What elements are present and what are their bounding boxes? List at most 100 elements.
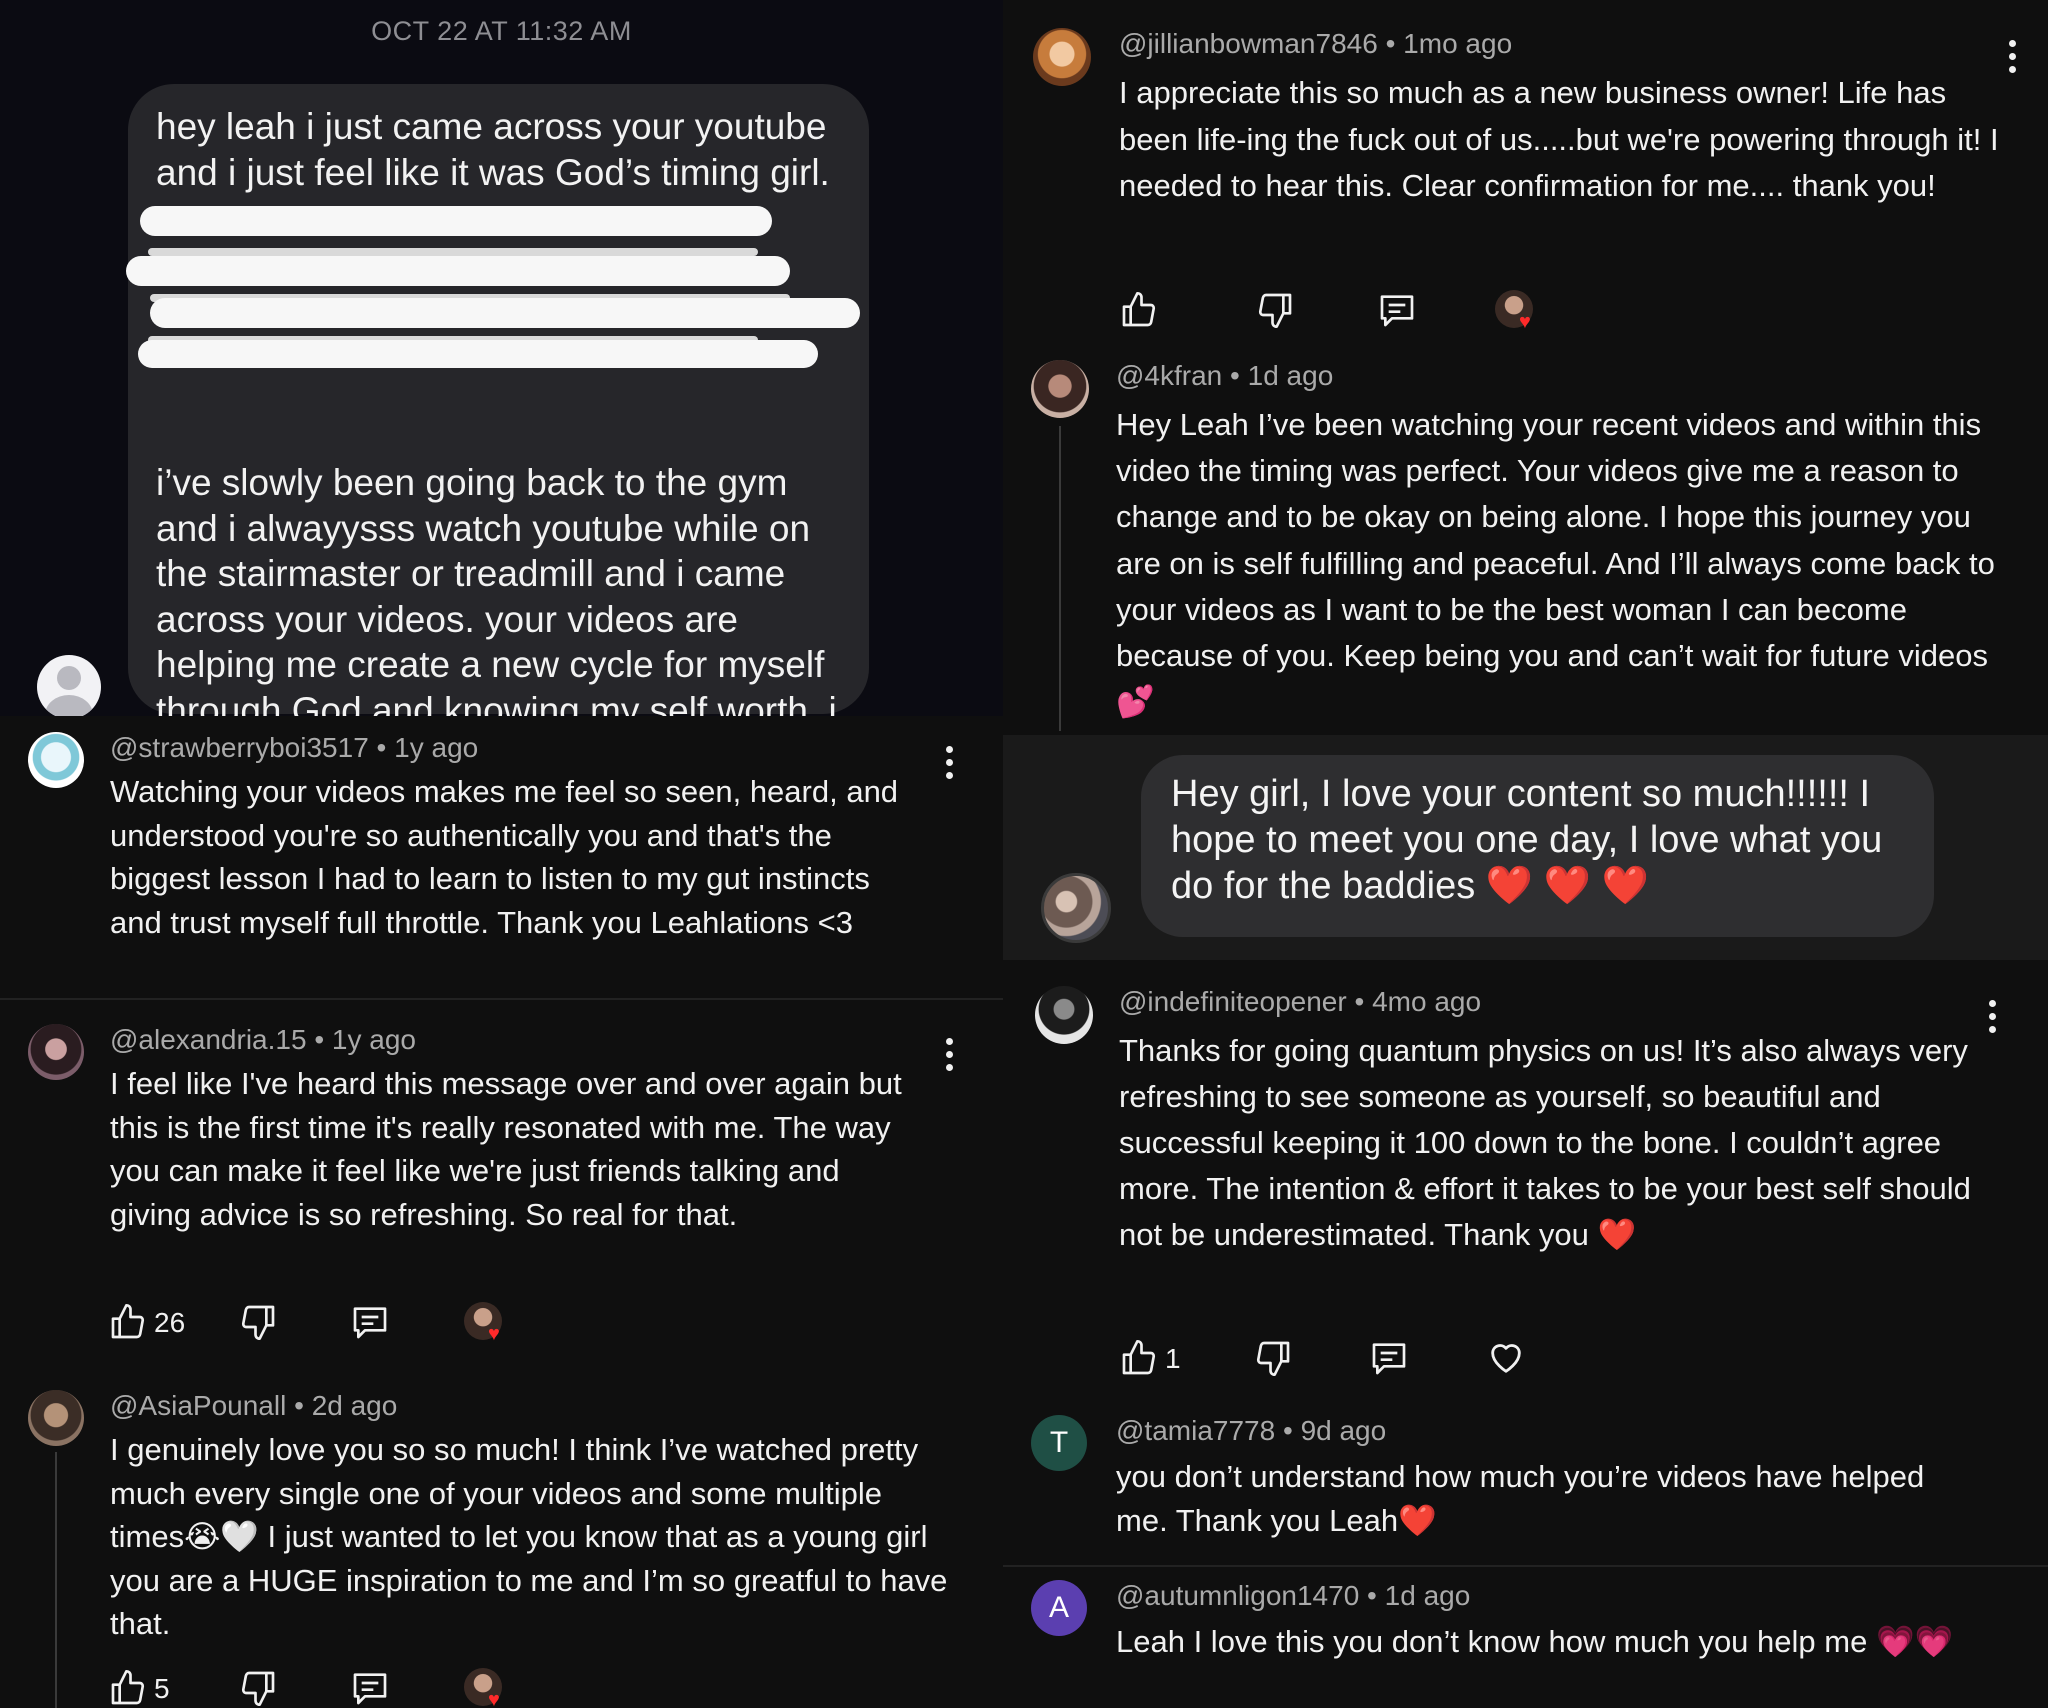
redaction-mark: [126, 256, 790, 286]
heart-button[interactable]: [1485, 1338, 1527, 1378]
comment-meta: @tamia7778 • 9d ago: [1116, 1415, 1387, 1446]
heart-icon: [1491, 1344, 1521, 1373]
like-icon: [111, 1304, 145, 1339]
avatar[interactable]: T: [1031, 1415, 1087, 1471]
reply-icon: [353, 1673, 387, 1705]
reply-icon: [1372, 1343, 1406, 1375]
avatar[interactable]: [1041, 873, 1111, 943]
avatar[interactable]: A: [1031, 1580, 1087, 1636]
comment-text: Watching your videos makes me feel so se…: [110, 774, 899, 940]
avatar[interactable]: [1031, 360, 1089, 418]
creator-heart-icon: ♥: [1495, 290, 1535, 332]
thread-line: [55, 1452, 57, 1708]
story-reply-bubble[interactable]: Hey girl, I love your content so much!!!…: [1141, 755, 1934, 937]
comment-author[interactable]: @indefiniteopener: [1119, 986, 1347, 1017]
like-count: 5: [154, 1673, 170, 1704]
like-button[interactable]: 5: [108, 1668, 198, 1708]
reply-button[interactable]: [350, 1668, 390, 1708]
message-text-bottom: i’ve slowly been going back to the gym a…: [156, 462, 837, 716]
comment-author[interactable]: @jillianbowman7846: [1119, 28, 1378, 59]
comment-text: I appreciate this so much as a new busin…: [1119, 75, 1999, 203]
more-options-icon[interactable]: [944, 746, 954, 782]
comment-indefiniteopener: @indefiniteopener • 4mo ago Thanks for g…: [1003, 960, 2048, 1390]
like-button[interactable]: 1: [1119, 1338, 1209, 1378]
comment-text: you don’t understand how much you’re vid…: [1116, 1459, 1925, 1538]
comment-author[interactable]: @AsiaPounall: [110, 1390, 286, 1421]
like-icon: [1122, 1340, 1156, 1375]
story-reply-panel: Hey girl, I love your content so much!!!…: [1003, 735, 2048, 960]
more-options-icon[interactable]: [2007, 40, 2017, 76]
comment-meta: @4kfran • 1d ago: [1116, 360, 1334, 391]
dislike-button[interactable]: [238, 1302, 278, 1342]
dislike-button[interactable]: [238, 1668, 278, 1708]
comment-actions: 1: [1119, 1338, 1539, 1378]
comment-tamia7778: T @tamia7778 • 9d ago you don’t understa…: [1003, 1415, 2048, 1555]
comment-author[interactable]: @autumnligon1470: [1116, 1580, 1359, 1611]
reply-icon: [353, 1307, 387, 1339]
comment-age: 1y ago: [394, 732, 479, 763]
comment-meta: @indefiniteopener • 4mo ago: [1119, 986, 1482, 1017]
like-button[interactable]: [1119, 290, 1159, 330]
message-bubble[interactable]: hey leah i just came across your youtube…: [126, 84, 869, 716]
dm-panel: OCT 22 AT 11:32 AM hey leah i just came …: [0, 0, 1003, 716]
comment-meta: @jillianbowman7846 • 1mo ago: [1119, 28, 1513, 59]
comment-age: 9d ago: [1300, 1415, 1387, 1446]
comment-text: I feel like I've heard this message over…: [110, 1066, 902, 1232]
like-button[interactable]: 26: [108, 1302, 198, 1342]
dislike-button[interactable]: [1255, 290, 1295, 330]
comment-meta: @strawberryboi3517 • 1y ago: [110, 732, 479, 763]
sender-avatar[interactable]: [37, 655, 101, 716]
avatar[interactable]: [28, 1390, 84, 1446]
redaction-mark: [150, 298, 860, 328]
avatar[interactable]: [1035, 986, 1093, 1044]
dislike-icon: [241, 1671, 275, 1706]
reply-icon: [1380, 295, 1414, 327]
dislike-button[interactable]: [1253, 1338, 1293, 1378]
comment-autumnligon1470: A @autumnligon1470 • 1d ago Leah I love …: [1003, 1572, 2048, 1708]
comments-panel-left: @strawberryboi3517 • 1y ago Watching you…: [0, 716, 1003, 1708]
comment-author[interactable]: @tamia7778: [1116, 1415, 1275, 1446]
comment-age: 1d ago: [1384, 1580, 1471, 1611]
comment-4kfran: @4kfran • 1d ago Hey Leah I’ve been watc…: [1003, 350, 2048, 735]
comment-author[interactable]: @strawberryboi3517: [110, 732, 369, 763]
dislike-icon: [241, 1305, 275, 1340]
divider: [1003, 1565, 2048, 1567]
comment-meta: @autumnligon1470 • 1d ago: [1116, 1580, 1471, 1611]
redaction-mark: [138, 340, 818, 368]
comment-text: I genuinely love you so so much! I think…: [110, 1432, 948, 1642]
comment-text: Thanks for going quantum physics on us! …: [1119, 1033, 1971, 1252]
comment-age: 1mo ago: [1403, 28, 1513, 59]
avatar[interactable]: [28, 732, 84, 788]
like-count: 1: [1165, 1343, 1181, 1374]
comment-jillianbowman: @jillianbowman7846 • 1mo ago I appreciat…: [1003, 0, 2048, 350]
comment-age: 1y ago: [331, 1024, 416, 1055]
dislike-icon: [1258, 293, 1292, 328]
comment-meta: @alexandria.15 • 1y ago: [110, 1024, 416, 1055]
more-options-icon[interactable]: [944, 1038, 954, 1074]
comment-author[interactable]: @alexandria.15: [110, 1024, 307, 1055]
comments-panel-right-bottom: @indefiniteopener • 4mo ago Thanks for g…: [1003, 960, 2048, 1708]
comment-text: Hey Leah I’ve been watching your recent …: [1116, 407, 1995, 720]
avatar[interactable]: [28, 1024, 84, 1080]
creator-heart-icon: ♥: [464, 1302, 504, 1344]
redaction-mark: [140, 206, 772, 236]
reply-button[interactable]: [1377, 290, 1417, 330]
comment-asiapounall: @AsiaPounall • 2d ago I genuinely love y…: [0, 1366, 1003, 1708]
redaction-mark: [148, 248, 758, 256]
creator-heart-icon: ♥: [464, 1668, 504, 1708]
comment-age: 4mo ago: [1372, 986, 1482, 1017]
reply-button[interactable]: [1369, 1338, 1409, 1378]
comment-alexandria: @alexandria.15 • 1y ago I feel like I've…: [0, 1006, 1003, 1366]
reply-button[interactable]: [350, 1302, 390, 1342]
comment-author[interactable]: @4kfran: [1116, 360, 1222, 391]
message-text-top: hey leah i just came across your youtube…: [156, 106, 830, 193]
like-count: 26: [154, 1307, 186, 1338]
comment-strawberryboi3517: @strawberryboi3517 • 1y ago Watching you…: [0, 716, 1003, 996]
more-options-icon[interactable]: [1987, 1000, 1997, 1036]
comment-actions: 5 ♥: [108, 1668, 528, 1708]
dislike-icon: [1256, 1341, 1290, 1376]
comments-panel-right-top: @jillianbowman7846 • 1mo ago I appreciat…: [1003, 0, 2048, 735]
like-icon: [1122, 292, 1156, 327]
avatar[interactable]: [1033, 28, 1091, 86]
comment-meta: @AsiaPounall • 2d ago: [110, 1390, 398, 1421]
